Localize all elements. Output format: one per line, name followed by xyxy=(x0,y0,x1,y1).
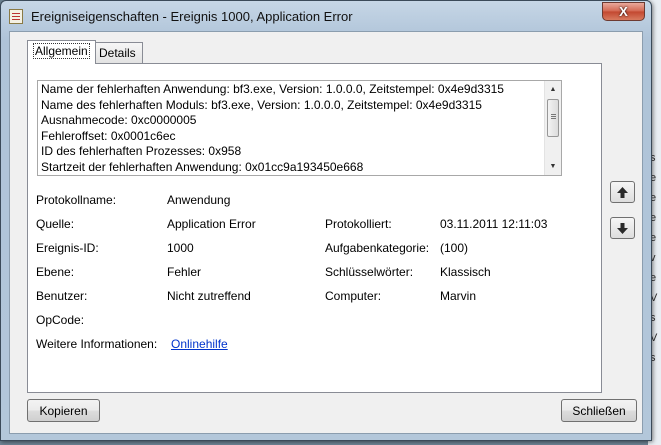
title-bar[interactable]: Ereigniseigenschaften - Ereignis 1000, A… xyxy=(1,1,651,31)
label-schluesselwoerter: Schlüsselwörter: xyxy=(325,265,414,279)
value-protokollname: Anwendung xyxy=(167,193,231,207)
onlinehilfe-link[interactable]: Onlinehilfe xyxy=(171,337,228,351)
scroll-thumb[interactable] xyxy=(547,99,559,137)
value-protokolliert: 03.11.2011 12:11:03 xyxy=(440,217,548,231)
label-weitere-informationen: Weitere Informationen: xyxy=(36,337,158,351)
event-description-box[interactable]: Name der fehlerhaften Anwendung: bf3.exe… xyxy=(37,80,562,176)
tab-details[interactable]: Details xyxy=(92,42,143,63)
label-ebene: Ebene: xyxy=(36,265,75,279)
window-close-button[interactable]: X xyxy=(602,2,645,21)
dialog-client-area: Allgemein Details Name der fehlerhaften … xyxy=(9,31,643,434)
previous-event-button[interactable] xyxy=(610,181,635,203)
description-line: Startzeit der fehlerhaften Anwendung: 0x… xyxy=(41,159,364,174)
label-benutzer: Benutzer: xyxy=(36,289,88,303)
description-scrollbar[interactable]: ▲ ▼ xyxy=(544,81,561,175)
value-benutzer: Nicht zutreffend xyxy=(167,289,251,303)
description-line: Name der fehlerhaften Anwendung: bf3.exe… xyxy=(41,82,504,96)
scroll-up-arrow-icon[interactable]: ▲ xyxy=(545,81,561,98)
description-line: Name des fehlerhaften Moduls: bf3.exe, V… xyxy=(41,97,482,112)
arrow-down-icon xyxy=(617,222,628,234)
value-ebene: Fehler xyxy=(167,265,202,279)
event-viewer-icon xyxy=(9,9,23,24)
tab-label: Details xyxy=(99,46,136,60)
arrow-up-icon xyxy=(617,186,628,198)
close-button[interactable]: Schließen xyxy=(561,399,637,422)
label-ereignis-id: Ereignis-ID: xyxy=(36,241,99,255)
tab-panel-allgemein: Name der fehlerhaften Anwendung: bf3.exe… xyxy=(27,63,602,393)
label-protokolliert: Protokolliert: xyxy=(325,217,392,231)
description-line: Ausnahmecode: 0xc0000005 xyxy=(41,113,197,127)
label-protokollname: Protokollname: xyxy=(36,193,117,207)
description-line: Fehleroffset: 0x0001c6ec xyxy=(41,128,176,143)
value-schluesselwoerter: Klassisch xyxy=(440,265,491,279)
copy-button[interactable]: Kopieren xyxy=(27,399,100,422)
window-title: Ereigniseigenschaften - Ereignis 1000, A… xyxy=(31,9,353,24)
value-computer: Marvin xyxy=(440,289,477,303)
tab-label: Allgemein xyxy=(33,43,90,59)
scroll-down-arrow-icon[interactable]: ▼ xyxy=(545,158,561,175)
description-line: ID des fehlerhaften Prozesses: 0x958 xyxy=(41,144,242,158)
label-aufgabenkategorie: Aufgabenkategorie: xyxy=(325,241,430,255)
event-description-text: Name der fehlerhaften Anwendung: bf3.exe… xyxy=(41,82,504,175)
label-quelle: Quelle: xyxy=(36,217,75,231)
value-ereignis-id: 1000 xyxy=(167,241,194,255)
tab-allgemein[interactable]: Allgemein xyxy=(27,40,96,64)
close-icon: X xyxy=(619,4,628,19)
next-event-button[interactable] xyxy=(610,217,635,239)
event-properties-dialog: Ereigniseigenschaften - Ereignis 1000, A… xyxy=(0,0,652,441)
value-quelle: Application Error xyxy=(167,217,256,231)
value-aufgabenkategorie: (100) xyxy=(440,241,469,255)
label-computer: Computer: xyxy=(325,289,382,303)
label-opcode: OpCode: xyxy=(36,313,85,327)
